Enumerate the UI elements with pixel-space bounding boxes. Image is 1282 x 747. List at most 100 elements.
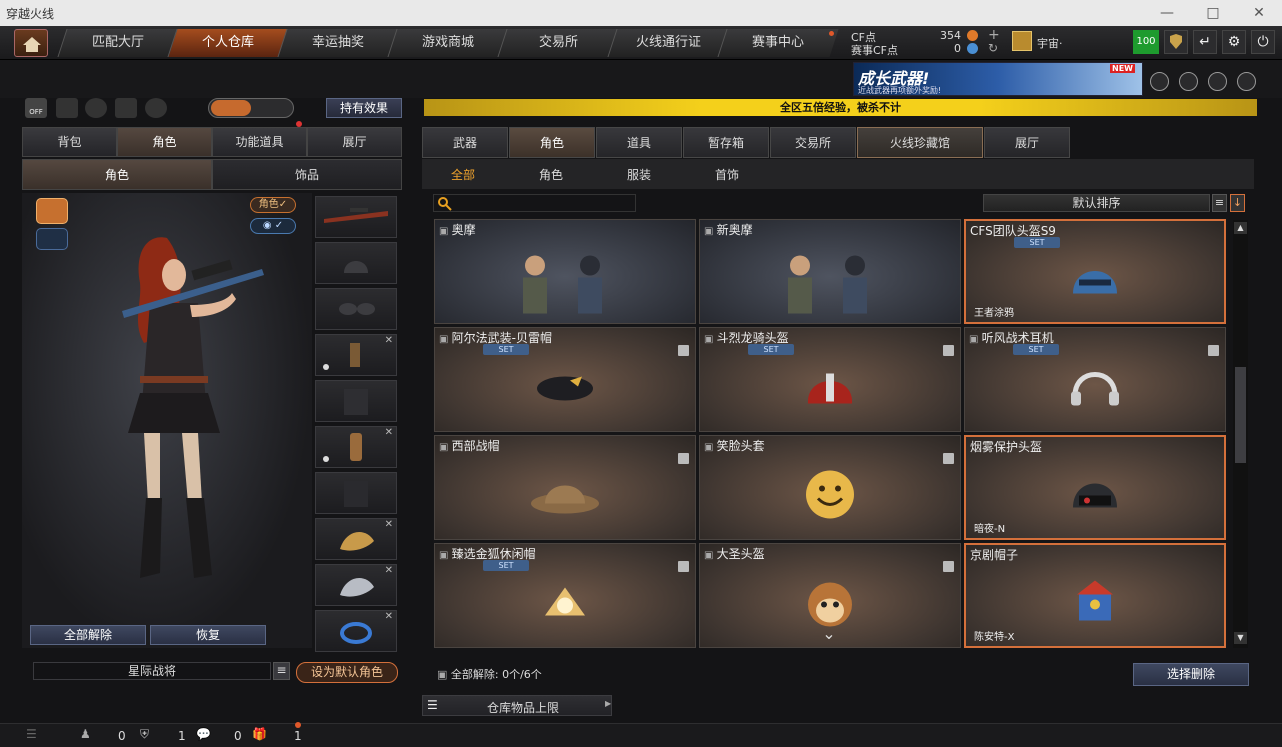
remove-icon[interactable]: ✕ (385, 335, 393, 346)
trash-icon[interactable] (1208, 345, 1219, 356)
character-name-field[interactable]: 星际战将 (33, 662, 271, 680)
nav-tab-match-lobby[interactable]: 匹配大厅 (57, 29, 179, 57)
sub-tab-character[interactable]: 角色 (22, 159, 212, 190)
chat-icon[interactable]: 💬 (196, 727, 211, 741)
filter-character[interactable]: 角色 (539, 166, 563, 183)
gift-icon[interactable]: 🎁 (252, 727, 267, 741)
stats-icon[interactable] (56, 98, 78, 118)
trash-icon[interactable] (678, 561, 689, 572)
tools-icon[interactable] (1208, 72, 1227, 91)
remove-icon[interactable]: ✕ (385, 565, 393, 576)
item-card[interactable]: ▣ 西部战帽 (434, 435, 696, 540)
effect-icon[interactable] (145, 98, 167, 118)
maximize-button[interactable]: □ (1190, 0, 1236, 26)
tab-items[interactable]: 道具 (596, 127, 682, 158)
wing-icon[interactable] (1237, 72, 1256, 91)
scroll-more-chevron-icon[interactable]: ⌄ (818, 626, 840, 642)
trash-icon[interactable] (943, 453, 954, 464)
eye-visible-tag[interactable]: ◉ ✓ (250, 218, 296, 234)
sub-tab-accessories[interactable]: 饰品 (212, 159, 402, 190)
character-visible-tag[interactable]: 角色✓ (250, 197, 296, 213)
back-icon[interactable]: ↵ (1193, 30, 1217, 54)
sort-dropdown[interactable]: 默认排序 (983, 194, 1210, 212)
select-delete-button[interactable]: 选择删除 (1133, 663, 1249, 686)
item-card[interactable]: ▣ 笑脸头套 (699, 435, 961, 540)
promo-banner[interactable]: 成长武器! 近战武器再项额外奖励! NEW (853, 62, 1143, 96)
refresh-icon[interactable]: ↻ (988, 41, 998, 55)
trash-icon[interactable] (943, 345, 954, 356)
flask-slot[interactable]: ✕ (315, 426, 397, 468)
list-view-icon[interactable]: ≡ (1212, 194, 1227, 212)
helmet-slot[interactable] (315, 242, 397, 284)
rotate-icon[interactable] (85, 98, 107, 118)
set-default-character-button[interactable]: 设为默认角色 (296, 662, 398, 683)
settings-gear-icon[interactable]: ⚙ (1222, 30, 1246, 54)
scroll-down-icon[interactable]: ▼ (1234, 632, 1247, 644)
tab-weapons[interactable]: 武器 (422, 127, 508, 158)
accessory-slot-1[interactable]: ✕ (315, 518, 397, 560)
restore-button[interactable]: 恢复 (150, 625, 266, 645)
item-card[interactable]: CFS团队头盔S9 SET 王者涂鸦 (964, 219, 1226, 324)
tab-exchange[interactable]: 交易所 (770, 127, 856, 158)
toggle-off-icon[interactable]: OFF (25, 98, 47, 118)
search-field[interactable] (433, 194, 636, 212)
scroll-thumb[interactable] (1235, 367, 1246, 463)
scroll-up-icon[interactable]: ▲ (1234, 222, 1247, 234)
clan-shield-icon[interactable]: ⛨ (140, 727, 149, 742)
nav-tab-events[interactable]: 赛事中心 (717, 29, 839, 57)
left-tab-showroom[interactable]: 展厅 (307, 127, 402, 157)
item-card[interactable]: 烟雾保护头盔 暗夜-N (964, 435, 1226, 540)
male-character-icon[interactable] (36, 228, 68, 250)
tab-collection-hall[interactable]: 火线珍藏馆 (857, 127, 983, 158)
menu-icon[interactable]: ≡ (273, 662, 290, 680)
nav-tab-lucky-draw[interactable]: 幸运抽奖 (277, 29, 399, 57)
item-card[interactable]: ▣ 阿尔法武装-贝雷帽 SET (434, 327, 696, 432)
female-character-icon[interactable] (36, 198, 68, 224)
nav-tab-personal-storage[interactable]: 个人仓库 (167, 29, 289, 57)
globe-icon[interactable] (1179, 72, 1198, 91)
item-card[interactable]: ▣ 新奥摩 (699, 219, 961, 324)
pants-slot[interactable] (315, 472, 397, 514)
tab-showroom[interactable]: 展厅 (984, 127, 1070, 158)
filter-all[interactable]: 全部 (451, 166, 475, 183)
item-card[interactable]: ▣ 听风战术耳机 SET (964, 327, 1226, 432)
character-preview[interactable] (22, 193, 312, 648)
nav-tab-exchange[interactable]: 交易所 (497, 29, 619, 57)
tab-character[interactable]: 角色 (509, 127, 595, 158)
nav-tab-battle-pass[interactable]: 火线通行证 (607, 29, 729, 57)
unequip-all-button[interactable]: 全部解除 (30, 625, 146, 645)
filter-clothing[interactable]: 服装 (627, 166, 651, 183)
tab-storage-box[interactable]: 暂存箱 (683, 127, 769, 158)
scrollbar[interactable]: ▲ ▼ (1233, 220, 1248, 648)
search-input[interactable] (454, 195, 634, 211)
trash-icon[interactable] (678, 453, 689, 464)
remove-icon[interactable]: ✕ (385, 611, 393, 622)
event-icon-1[interactable] (1150, 72, 1169, 91)
item-card[interactable]: ▣ 臻选金狐休闲帽 SET (434, 543, 696, 648)
power-icon[interactable]: ⏻ (1251, 30, 1275, 54)
list-icon[interactable]: ☰ (26, 727, 37, 741)
remove-icon[interactable]: ✕ (385, 519, 393, 530)
friends-icon[interactable]: ♟ (80, 727, 91, 741)
item-card[interactable]: ▣ 斗烈龙骑头盔 SET (699, 327, 961, 432)
item-card[interactable]: ▣ 奥摩 (434, 219, 696, 324)
remove-icon[interactable]: ✕ (385, 427, 393, 438)
glasses-slot[interactable] (315, 288, 397, 330)
home-button[interactable] (14, 29, 48, 57)
shield-icon[interactable] (1164, 30, 1188, 54)
trash-icon[interactable] (943, 561, 954, 572)
owned-effects-button[interactable]: 持有效果 (326, 98, 402, 118)
filter-jewelry[interactable]: 首饰 (715, 166, 739, 183)
left-tab-character[interactable]: 角色 (117, 127, 212, 157)
pose-icon[interactable] (115, 98, 137, 118)
clothing-slot[interactable] (315, 380, 397, 422)
minimize-button[interactable]: — (1144, 0, 1190, 26)
close-button[interactable]: ✕ (1236, 0, 1282, 26)
nav-tab-game-shop[interactable]: 游戏商城 (387, 29, 509, 57)
weapon-slot[interactable] (315, 196, 397, 238)
item-card[interactable]: 京剧帽子 陈安特-X (964, 543, 1226, 648)
radio-slot[interactable]: ✕ (315, 334, 397, 376)
accessory-slot-2[interactable]: ✕ (315, 564, 397, 606)
sort-order-icon[interactable]: ↓ (1230, 194, 1245, 212)
left-tab-backpack[interactable]: 背包 (22, 127, 117, 157)
